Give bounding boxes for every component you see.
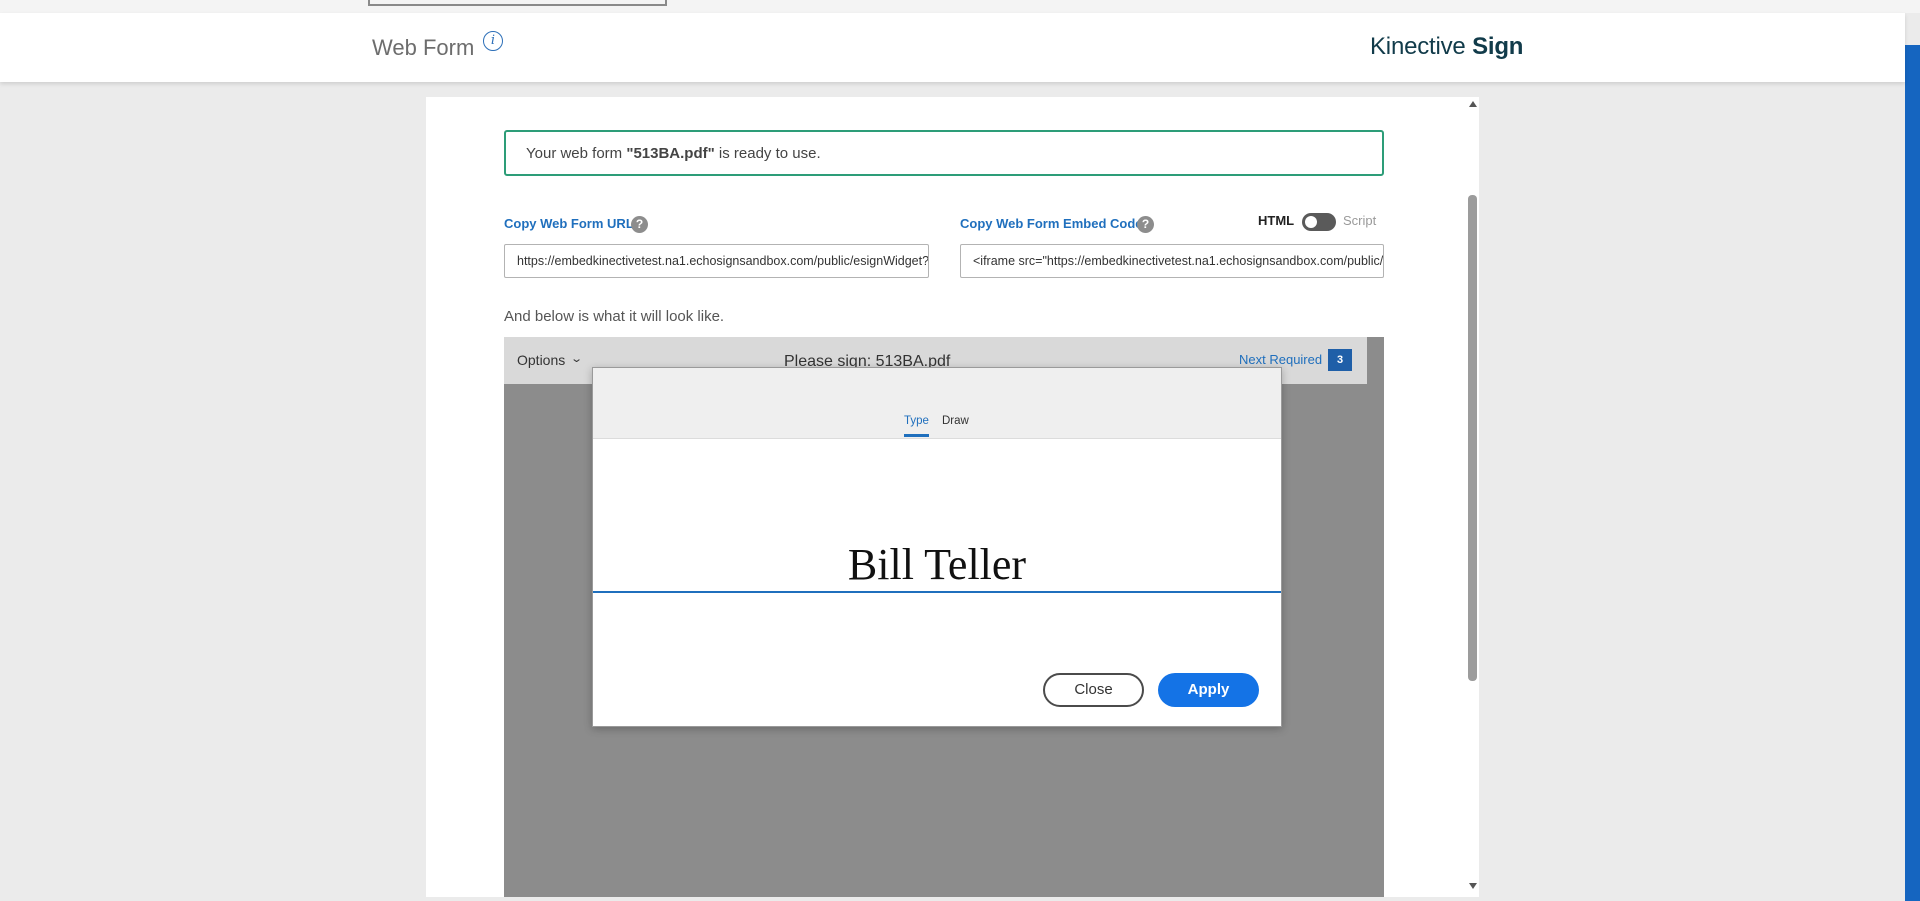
next-required-count-badge: 3 [1328,349,1352,371]
embed-format-toggle[interactable] [1302,213,1336,231]
embed-code-field[interactable]: <iframe src="https://embedkinectivetest.… [960,244,1384,278]
tab-draw[interactable]: Draw [942,415,969,427]
toggle-script-label: Script [1343,213,1377,228]
toggle-html-label: HTML [1258,213,1295,228]
brand-logo: Kinective Sign [1370,33,1523,61]
signature-baseline [593,591,1281,593]
panel-scrollbar[interactable] [1467,97,1479,897]
right-edge-bar [1905,45,1920,901]
options-menu[interactable]: Options [517,352,565,368]
url-field-label: Copy Web Form URL [504,216,634,231]
ready-notice: Your web form "513BA.pdf" is ready to us… [504,130,1384,176]
embed-field-label: Copy Web Form Embed Code [960,216,1143,231]
app-header: Web Form i Kinective Sign [0,13,1905,82]
next-required-link[interactable]: Next Required [1239,352,1322,367]
ready-filename: "513BA.pdf" [626,145,715,162]
close-button[interactable]: Close [1043,673,1144,707]
web-form-url-field[interactable]: https://embedkinectivetest.na1.echosigns… [504,244,929,278]
ready-suffix: is ready to use. [714,145,821,162]
scroll-thumb[interactable] [1468,195,1477,681]
signature-modal: Type Draw Bill Teller Close Apply [592,367,1282,727]
top-strip [0,0,1920,13]
apply-button[interactable]: Apply [1158,673,1259,707]
signature-modal-header: Type Draw [593,368,1281,439]
chevron-down-icon[interactable]: ⌄ [570,352,583,365]
browser-tab-remnant[interactable] [368,0,667,6]
brand-light-text: Kinective [1370,33,1466,60]
embed-help-icon[interactable]: ? [1137,216,1154,233]
tab-type[interactable]: Type [904,415,929,437]
form-preview: Options ⌄ Please sign: 513BA.pdf Next Re… [504,337,1384,897]
url-help-icon[interactable]: ? [631,216,648,233]
scroll-down-arrow-icon[interactable] [1469,883,1477,889]
web-form-panel: Your web form "513BA.pdf" is ready to us… [426,97,1479,897]
info-icon[interactable]: i [483,31,503,51]
typed-signature[interactable]: Bill Teller [593,539,1281,590]
preview-caption: And below is what it will look like. [504,308,725,325]
scroll-up-arrow-icon[interactable] [1469,101,1477,107]
ready-prefix: Your web form [526,145,627,162]
page-title: Web Form [372,35,475,60]
brand-bold-text: Sign [1472,33,1524,60]
